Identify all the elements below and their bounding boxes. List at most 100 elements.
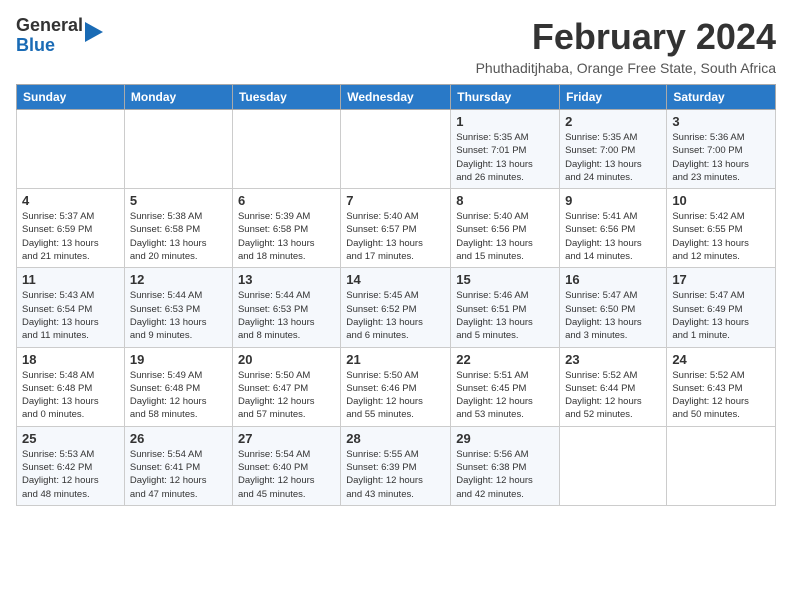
day-info: Sunrise: 5:52 AM Sunset: 6:44 PM Dayligh… [565,369,661,422]
day-info: Sunrise: 5:52 AM Sunset: 6:43 PM Dayligh… [672,369,770,422]
calendar-week-row: 11Sunrise: 5:43 AM Sunset: 6:54 PM Dayli… [17,268,776,347]
calendar-cell: 20 Sunrise: 5:50 AM Sunset: 6:47 PM Dayli… [232,347,340,426]
day-info: Sunrise: 5:38 AM Sunset: 6:58 PM Dayligh… [130,210,227,263]
calendar-cell [17,110,125,189]
calendar-cell: 2 Sunrise: 5:35 AM Sunset: 7:00 PM Daylig… [560,110,667,189]
page-header: General Blue February 2024 Phuthaditjhab… [16,16,776,76]
day-number: 25 [22,431,119,446]
day-number: 15 [456,272,554,287]
calendar-header-row: SundayMondayTuesdayWednesdayThursdayFrid… [17,85,776,110]
calendar-cell: 8Sunrise: 5:40 AM Sunset: 6:56 PM Daylig… [451,189,560,268]
day-number: 26 [130,431,227,446]
day-info: Sunrise: 5:53 AM Sunset: 6:42 PM Dayligh… [22,448,119,501]
calendar-cell: 16Sunrise: 5:47 AM Sunset: 6:50 PM Dayli… [560,268,667,347]
calendar-cell: 28 Sunrise: 5:55 AM Sunset: 6:39 PM Dayli… [341,426,451,505]
day-number: 22 [456,352,554,367]
calendar-cell: 29Sunrise: 5:56 AM Sunset: 6:38 PM Dayli… [451,426,560,505]
day-number: 13 [238,272,335,287]
logo-icon [85,22,103,42]
day-number: 28 [346,431,445,446]
logo-text: General Blue [16,16,83,56]
calendar-cell: 13 Sunrise: 5:44 AM Sunset: 6:53 PM Dayli… [232,268,340,347]
calendar-cell: 10 Sunrise: 5:42 AM Sunset: 6:55 PM Dayli… [667,189,776,268]
day-info: Sunrise: 5:42 AM Sunset: 6:55 PM Dayligh… [672,210,770,263]
calendar-cell: 27 Sunrise: 5:54 AM Sunset: 6:40 PM Dayli… [232,426,340,505]
day-info: Sunrise: 5:45 AM Sunset: 6:52 PM Dayligh… [346,289,445,342]
col-header-sunday: Sunday [17,85,125,110]
calendar-cell [667,426,776,505]
calendar-cell: 6Sunrise: 5:39 AM Sunset: 6:58 PM Daylig… [232,189,340,268]
day-info: Sunrise: 5:47 AM Sunset: 6:49 PM Dayligh… [672,289,770,342]
calendar-cell: 24 Sunrise: 5:52 AM Sunset: 6:43 PM Dayli… [667,347,776,426]
calendar-cell: 14 Sunrise: 5:45 AM Sunset: 6:52 PM Dayli… [341,268,451,347]
calendar-week-row: 1Sunrise: 5:35 AM Sunset: 7:01 PM Daylig… [17,110,776,189]
day-info: Sunrise: 5:40 AM Sunset: 6:57 PM Dayligh… [346,210,445,263]
calendar-cell: 23 Sunrise: 5:52 AM Sunset: 6:44 PM Dayli… [560,347,667,426]
day-info: Sunrise: 5:50 AM Sunset: 6:46 PM Dayligh… [346,369,445,422]
calendar-cell: 22 Sunrise: 5:51 AM Sunset: 6:45 PM Dayli… [451,347,560,426]
day-info: Sunrise: 5:55 AM Sunset: 6:39 PM Dayligh… [346,448,445,501]
day-number: 5 [130,193,227,208]
day-number: 4 [22,193,119,208]
day-number: 10 [672,193,770,208]
day-number: 20 [238,352,335,367]
day-number: 19 [130,352,227,367]
calendar-cell: 3Sunrise: 5:36 AM Sunset: 7:00 PM Daylig… [667,110,776,189]
day-info: Sunrise: 5:44 AM Sunset: 6:53 PM Dayligh… [238,289,335,342]
day-info: Sunrise: 5:51 AM Sunset: 6:45 PM Dayligh… [456,369,554,422]
day-info: Sunrise: 5:36 AM Sunset: 7:00 PM Dayligh… [672,131,770,184]
day-info: Sunrise: 5:44 AM Sunset: 6:53 PM Dayligh… [130,289,227,342]
day-info: Sunrise: 5:54 AM Sunset: 6:41 PM Dayligh… [130,448,227,501]
day-number: 29 [456,431,554,446]
day-info: Sunrise: 5:48 AM Sunset: 6:48 PM Dayligh… [22,369,119,422]
calendar-cell: 1Sunrise: 5:35 AM Sunset: 7:01 PM Daylig… [451,110,560,189]
day-number: 14 [346,272,445,287]
day-info: Sunrise: 5:50 AM Sunset: 6:47 PM Dayligh… [238,369,335,422]
calendar-cell: 25 Sunrise: 5:53 AM Sunset: 6:42 PM Dayli… [17,426,125,505]
calendar-cell: 17Sunrise: 5:47 AM Sunset: 6:49 PM Dayli… [667,268,776,347]
col-header-saturday: Saturday [667,85,776,110]
day-number: 8 [456,193,554,208]
day-info: Sunrise: 5:37 AM Sunset: 6:59 PM Dayligh… [22,210,119,263]
day-info: Sunrise: 5:46 AM Sunset: 6:51 PM Dayligh… [456,289,554,342]
day-info: Sunrise: 5:35 AM Sunset: 7:00 PM Dayligh… [565,131,661,184]
calendar-cell: 7 Sunrise: 5:40 AM Sunset: 6:57 PM Daylig… [341,189,451,268]
calendar-cell: 9 Sunrise: 5:41 AM Sunset: 6:56 PM Daylig… [560,189,667,268]
calendar-cell [124,110,232,189]
calendar-cell: 4 Sunrise: 5:37 AM Sunset: 6:59 PM Daylig… [17,189,125,268]
day-number: 9 [565,193,661,208]
day-number: 18 [22,352,119,367]
calendar-cell [560,426,667,505]
calendar-cell: 11Sunrise: 5:43 AM Sunset: 6:54 PM Dayli… [17,268,125,347]
calendar-cell: 15 Sunrise: 5:46 AM Sunset: 6:51 PM Dayli… [451,268,560,347]
title-section: February 2024 Phuthaditjhaba, Orange Fre… [476,16,776,76]
day-number: 24 [672,352,770,367]
day-number: 23 [565,352,661,367]
col-header-wednesday: Wednesday [341,85,451,110]
col-header-tuesday: Tuesday [232,85,340,110]
day-info: Sunrise: 5:49 AM Sunset: 6:48 PM Dayligh… [130,369,227,422]
calendar-week-row: 4 Sunrise: 5:37 AM Sunset: 6:59 PM Daylig… [17,189,776,268]
day-info: Sunrise: 5:47 AM Sunset: 6:50 PM Dayligh… [565,289,661,342]
calendar-cell: 21 Sunrise: 5:50 AM Sunset: 6:46 PM Dayli… [341,347,451,426]
day-number: 21 [346,352,445,367]
location-title: Phuthaditjhaba, Orange Free State, South… [476,60,776,76]
day-number: 27 [238,431,335,446]
day-info: Sunrise: 5:54 AM Sunset: 6:40 PM Dayligh… [238,448,335,501]
calendar-table: SundayMondayTuesdayWednesdayThursdayFrid… [16,84,776,506]
day-number: 6 [238,193,335,208]
day-number: 12 [130,272,227,287]
calendar-cell: 12 Sunrise: 5:44 AM Sunset: 6:53 PM Dayli… [124,268,232,347]
calendar-week-row: 25 Sunrise: 5:53 AM Sunset: 6:42 PM Dayli… [17,426,776,505]
day-info: Sunrise: 5:41 AM Sunset: 6:56 PM Dayligh… [565,210,661,263]
day-number: 7 [346,193,445,208]
calendar-cell: 18 Sunrise: 5:48 AM Sunset: 6:48 PM Dayli… [17,347,125,426]
calendar-cell: 19 Sunrise: 5:49 AM Sunset: 6:48 PM Dayli… [124,347,232,426]
col-header-friday: Friday [560,85,667,110]
logo: General Blue [16,16,103,56]
calendar-cell: 26 Sunrise: 5:54 AM Sunset: 6:41 PM Dayli… [124,426,232,505]
calendar-cell [232,110,340,189]
calendar-week-row: 18 Sunrise: 5:48 AM Sunset: 6:48 PM Dayli… [17,347,776,426]
day-number: 2 [565,114,661,129]
day-info: Sunrise: 5:43 AM Sunset: 6:54 PM Dayligh… [22,289,119,342]
